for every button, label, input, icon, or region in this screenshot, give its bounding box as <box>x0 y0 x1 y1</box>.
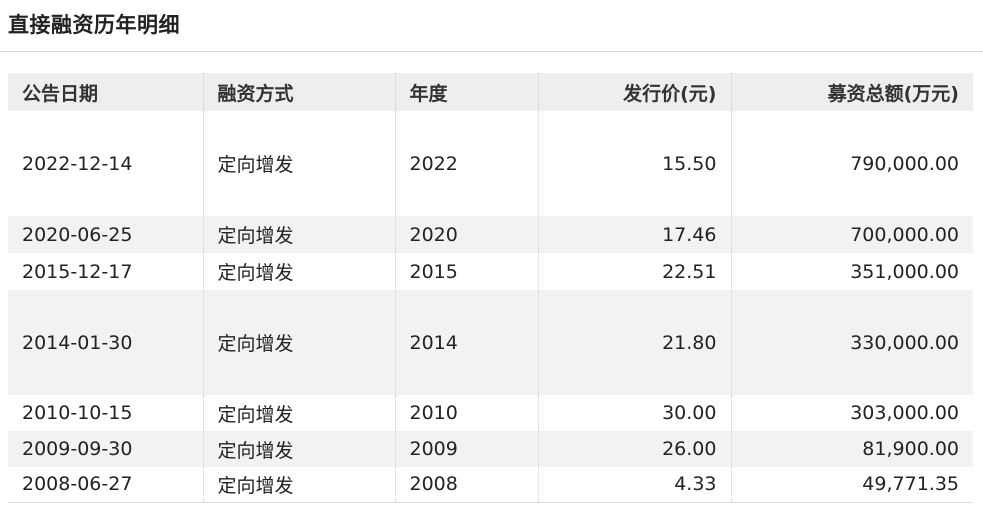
table-row: 2009-09-30 定向增发 2009 26.00 81,900.00 <box>8 431 973 467</box>
cell-financing-method: 定向增发 <box>202 395 395 431</box>
cell-financing-method: 定向增发 <box>202 431 395 467</box>
table-row: 2010-10-15 定向增发 2010 30.00 303,000.00 <box>8 395 973 431</box>
cell-announce-date: 2014-01-30 <box>8 290 203 395</box>
cell-total-raised: 700,000.00 <box>730 216 973 253</box>
cell-year: 2009 <box>394 431 538 467</box>
cell-total-raised: 790,000.00 <box>730 111 973 216</box>
table-row: 2014-01-30 定向增发 2014 21.80 330,000.00 <box>8 290 973 395</box>
cell-announce-date: 2022-12-14 <box>8 111 203 216</box>
cell-announce-date: 2008-06-27 <box>8 467 203 503</box>
table-header: 公告日期 融资方式 年度 发行价(元) 募资总额(万元) <box>8 73 973 111</box>
financing-history-table: 公告日期 融资方式 年度 发行价(元) 募资总额(万元) 2022-12-14 … <box>8 73 973 503</box>
cell-financing-method: 定向增发 <box>202 467 395 503</box>
table-row: 2020-06-25 定向增发 2020 17.46 700,000.00 <box>8 216 973 253</box>
cell-financing-method: 定向增发 <box>202 216 395 253</box>
cell-year: 2008 <box>394 467 538 503</box>
header-announce-date[interactable]: 公告日期 <box>8 73 203 111</box>
table-row: 2008-06-27 定向增发 2008 4.33 49,771.35 <box>8 467 973 503</box>
cell-total-raised: 330,000.00 <box>730 290 973 395</box>
header-issue-price[interactable]: 发行价(元) <box>537 73 731 111</box>
cell-announce-date: 2009-09-30 <box>8 431 203 467</box>
header-year[interactable]: 年度 <box>394 73 538 111</box>
cell-issue-price: 26.00 <box>537 431 731 467</box>
table-body: 2022-12-14 定向增发 2022 15.50 790,000.00 20… <box>8 111 973 503</box>
cell-announce-date: 2015-12-17 <box>8 253 203 290</box>
header-total-raised[interactable]: 募资总额(万元) <box>730 73 973 111</box>
cell-financing-method: 定向增发 <box>202 111 395 216</box>
cell-year: 2015 <box>394 253 538 290</box>
table-row: 2022-12-14 定向增发 2022 15.50 790,000.00 <box>8 111 973 216</box>
cell-total-raised: 303,000.00 <box>730 395 973 431</box>
cell-total-raised: 49,771.35 <box>730 467 973 503</box>
cell-total-raised: 81,900.00 <box>730 431 973 467</box>
table-row: 2015-12-17 定向增发 2015 22.51 351,000.00 <box>8 253 973 290</box>
header-financing-method[interactable]: 融资方式 <box>202 73 395 111</box>
cell-issue-price: 15.50 <box>537 111 731 216</box>
header-row: 公告日期 融资方式 年度 发行价(元) 募资总额(万元) <box>8 73 973 111</box>
section-title: 直接融资历年明细 <box>8 13 180 37</box>
cell-announce-date: 2020-06-25 <box>8 216 203 253</box>
cell-financing-method: 定向增发 <box>202 253 395 290</box>
title-divider <box>0 51 983 52</box>
cell-financing-method: 定向增发 <box>202 290 395 395</box>
cell-issue-price: 17.46 <box>537 216 731 253</box>
cell-issue-price: 21.80 <box>537 290 731 395</box>
cell-year: 2022 <box>394 111 538 216</box>
cell-year: 2020 <box>394 216 538 253</box>
cell-year: 2014 <box>394 290 538 395</box>
cell-issue-price: 22.51 <box>537 253 731 290</box>
cell-total-raised: 351,000.00 <box>730 253 973 290</box>
cell-announce-date: 2010-10-15 <box>8 395 203 431</box>
cell-issue-price: 30.00 <box>537 395 731 431</box>
cell-year: 2010 <box>394 395 538 431</box>
cell-issue-price: 4.33 <box>537 467 731 503</box>
